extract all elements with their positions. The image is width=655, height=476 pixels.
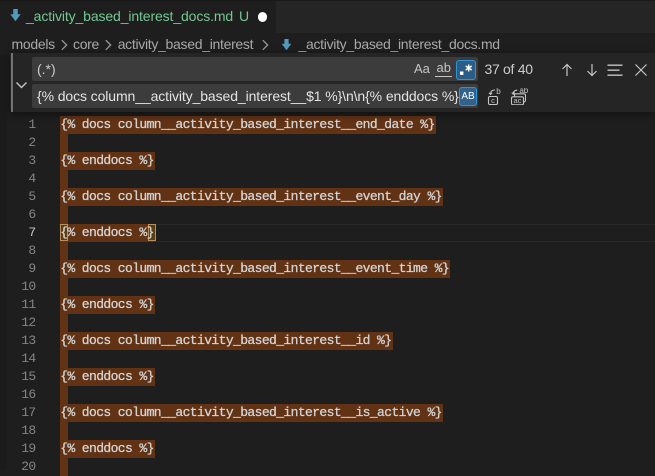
svg-text:c: c	[491, 96, 495, 105]
svg-text:ab: ab	[519, 88, 528, 95]
svg-text:b: b	[496, 88, 501, 96]
svg-text:ac: ac	[514, 96, 522, 105]
